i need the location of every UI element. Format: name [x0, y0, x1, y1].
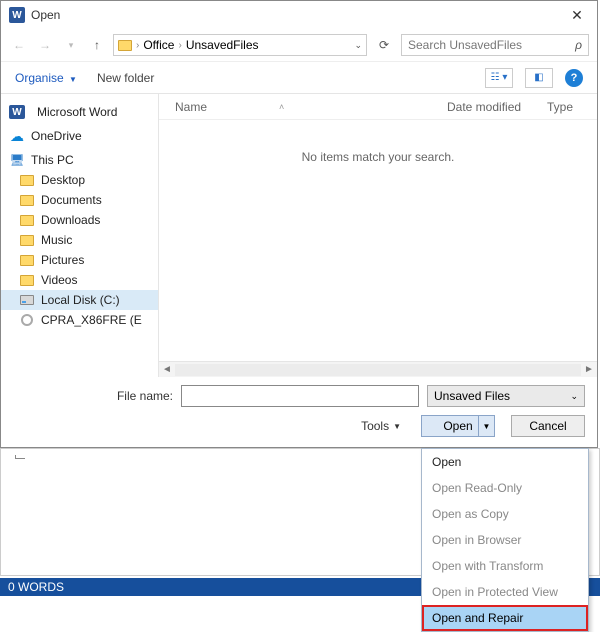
open-split-button[interactable]: Open ▼ [421, 415, 495, 437]
tree-label: This PC [31, 153, 74, 167]
column-type[interactable]: Type [547, 100, 597, 114]
menu-open[interactable]: Open [422, 449, 588, 475]
folder-icon [19, 213, 35, 227]
menu-open-copy[interactable]: Open as Copy [422, 501, 588, 527]
open-dropdown-menu: Open Open Read-Only Open as Copy Open in… [421, 448, 589, 632]
menu-open-readonly[interactable]: Open Read-Only [422, 475, 588, 501]
filename-input[interactable] [181, 385, 419, 407]
tree-item-onedrive[interactable]: ☁ OneDrive [1, 126, 158, 146]
help-button[interactable]: ? [565, 69, 583, 87]
ruler-mark [15, 455, 25, 459]
close-button[interactable]: ✕ [565, 7, 589, 24]
column-date[interactable]: Date modified [447, 100, 547, 114]
tree-item-music[interactable]: Music [1, 230, 158, 250]
filename-label: File name: [13, 389, 173, 403]
open-label: Open [443, 419, 472, 433]
chevron-down-icon: ⌄ [570, 391, 578, 402]
tree-label: Videos [41, 273, 77, 287]
scroll-track[interactable] [175, 364, 581, 376]
chevron-down-icon: ▼ [69, 75, 77, 84]
column-name[interactable]: Name ˄ [159, 100, 447, 114]
pc-icon: 🖥 [9, 153, 25, 167]
breadcrumb-seg[interactable]: UnsavedFiles [186, 38, 259, 52]
nav-tree: W Microsoft Word ☁ OneDrive 🖥 This PC De… [1, 94, 159, 377]
nav-bar: ← → ▾ ↑ › Office › UnsavedFiles ⌄ ⟳ Sear… [1, 29, 597, 61]
tree-item-downloads[interactable]: Downloads [1, 210, 158, 230]
word-app-icon: W [9, 7, 25, 23]
cloud-icon: ☁ [9, 129, 25, 143]
tree-label: Microsoft Word [37, 105, 117, 119]
menu-open-protected[interactable]: Open in Protected View [422, 579, 588, 605]
organise-button[interactable]: Organise ▼ [15, 71, 77, 85]
tree-item-desktop[interactable]: Desktop [1, 170, 158, 190]
folder-icon [19, 273, 35, 287]
folder-icon [19, 173, 35, 187]
tools-button[interactable]: Tools ▼ [361, 419, 401, 433]
preview-pane-button[interactable]: ◧ [525, 68, 553, 88]
list-header: Name ˄ Date modified Type [159, 94, 597, 120]
tree-item-cpra[interactable]: CPRA_X86FRE (E [1, 310, 158, 330]
tree-item-thispc[interactable]: 🖥 This PC [1, 150, 158, 170]
folder-icon [19, 193, 35, 207]
tree-item-pictures[interactable]: Pictures [1, 250, 158, 270]
tree-label: CPRA_X86FRE (E [41, 313, 142, 327]
address-bar[interactable]: › Office › UnsavedFiles ⌄ [113, 34, 367, 56]
dialog-title: Open [31, 8, 565, 22]
horizontal-scrollbar[interactable]: ◄ ► [159, 361, 597, 377]
tree-label: Music [41, 233, 72, 247]
title-bar: W Open ✕ [1, 1, 597, 29]
chevron-right-icon: › [136, 40, 139, 51]
chevron-down-icon[interactable]: ⌄ [354, 40, 362, 51]
breadcrumb-seg[interactable]: Office [143, 38, 174, 52]
scroll-right-icon[interactable]: ► [581, 364, 597, 375]
open-dropdown-toggle[interactable]: ▼ [478, 416, 494, 436]
folder-icon [19, 233, 35, 247]
open-dialog: W Open ✕ ← → ▾ ↑ › Office › UnsavedFiles… [0, 0, 598, 448]
tree-label: Documents [41, 193, 102, 207]
search-icon: ρ [575, 38, 582, 52]
tree-label: OneDrive [31, 129, 82, 143]
tree-item-videos[interactable]: Videos [1, 270, 158, 290]
col-label: Name [175, 100, 207, 114]
sort-caret-icon: ˄ [279, 102, 284, 112]
chevron-right-icon: › [178, 40, 181, 51]
up-button[interactable]: ↑ [87, 35, 107, 55]
back-button[interactable]: ← [9, 35, 29, 55]
empty-list-message: No items match your search. [159, 120, 597, 361]
dvd-icon [19, 313, 35, 327]
tree-item-localdisk[interactable]: Local Disk (C:) [1, 290, 158, 310]
tree-label: Pictures [41, 253, 84, 267]
tree-label: Desktop [41, 173, 85, 187]
word-app-icon: W [9, 105, 25, 119]
file-list-pane: Name ˄ Date modified Type No items match … [159, 94, 597, 377]
tree-item-documents[interactable]: Documents [1, 190, 158, 210]
refresh-button[interactable]: ⟳ [373, 34, 395, 56]
cancel-button[interactable]: Cancel [511, 415, 585, 437]
view-options-button[interactable]: ☷ ▾ [485, 68, 513, 88]
search-placeholder: Search UnsavedFiles [408, 38, 522, 52]
file-type-filter[interactable]: Unsaved Files ⌄ [427, 385, 585, 407]
folder-icon [19, 253, 35, 267]
new-folder-button[interactable]: New folder [97, 71, 154, 85]
search-input[interactable]: Search UnsavedFiles ρ [401, 34, 589, 56]
menu-open-transform[interactable]: Open with Transform [422, 553, 588, 579]
tree-label: Local Disk (C:) [41, 293, 120, 307]
organise-label: Organise [15, 71, 64, 85]
menu-open-browser[interactable]: Open in Browser [422, 527, 588, 553]
filter-label: Unsaved Files [434, 389, 510, 403]
folder-icon [118, 40, 132, 51]
scroll-left-icon[interactable]: ◄ [159, 364, 175, 375]
command-bar: Organise ▼ New folder ☷ ▾ ◧ ? [1, 61, 597, 93]
forward-button[interactable]: → [35, 35, 55, 55]
menu-open-repair[interactable]: Open and Repair [422, 605, 588, 631]
tree-item-word[interactable]: W Microsoft Word [1, 102, 158, 122]
tools-label: Tools [361, 419, 389, 433]
disk-icon [19, 293, 35, 307]
word-count-status[interactable]: 0 WORDS [8, 580, 64, 594]
dialog-footer: File name: Unsaved Files ⌄ Tools ▼ Open … [1, 377, 597, 447]
chevron-down-icon: ▼ [393, 422, 401, 431]
tree-label: Downloads [41, 213, 100, 227]
recent-locations-button[interactable]: ▾ [61, 35, 81, 55]
